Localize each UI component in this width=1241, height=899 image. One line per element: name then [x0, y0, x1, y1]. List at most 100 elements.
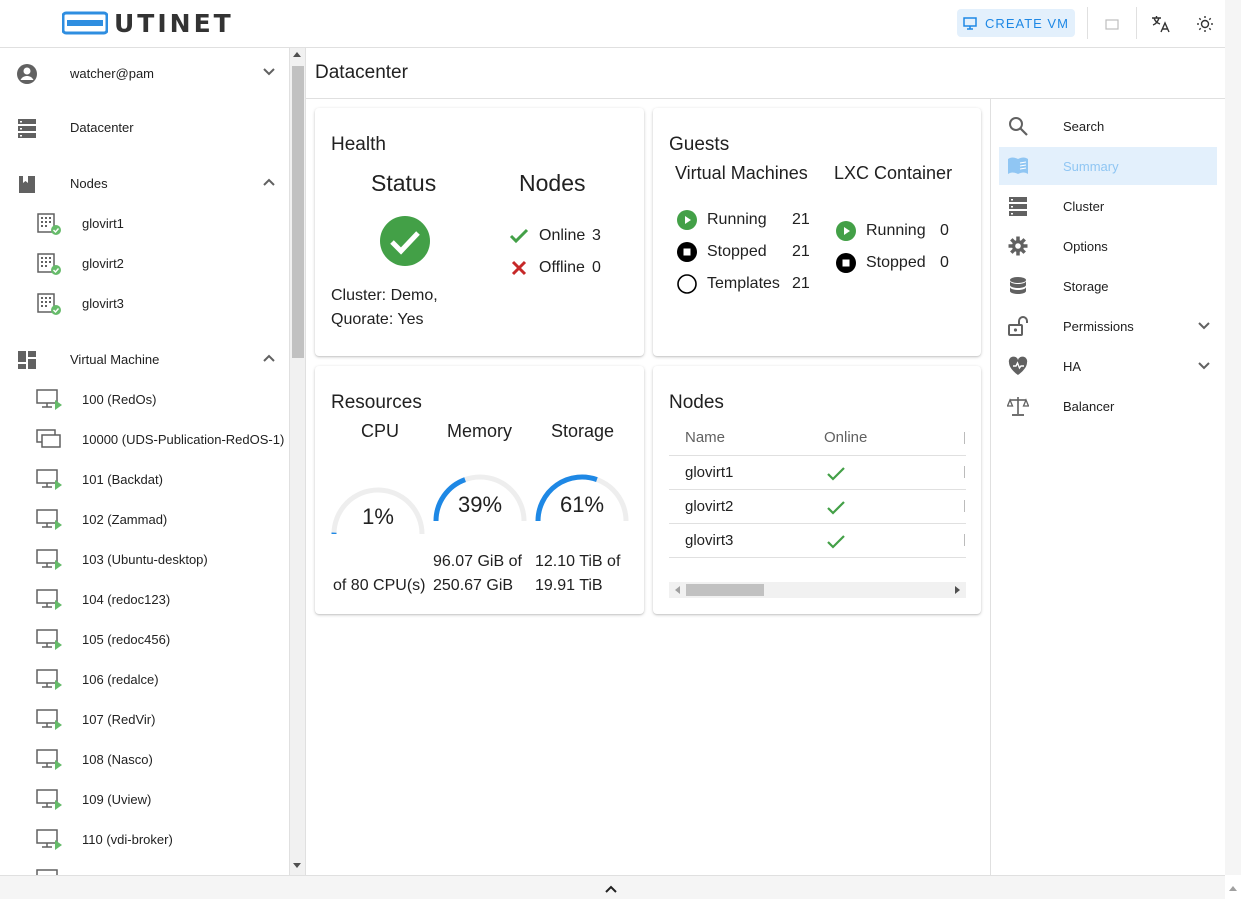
nav-item-label: Search [1063, 119, 1105, 134]
server-rack-icon [1009, 197, 1027, 216]
online-count: 3 [592, 227, 601, 244]
table-row[interactable]: glovirt2 [669, 490, 966, 524]
sidebar-vm-item[interactable]: 105 (redoc456) [0, 619, 289, 659]
scrollbar-thumb[interactable] [686, 584, 764, 596]
page-scrollbar[interactable] [1225, 0, 1241, 891]
vm-running-icon [36, 509, 62, 530]
sidebar-item-label: glovirt1 [82, 215, 124, 231]
sidebar-scrollbar[interactable] [290, 48, 306, 875]
nav-item-summary[interactable]: Summary [999, 147, 1217, 185]
chevron-down-icon[interactable] [1197, 321, 1211, 331]
check-circle-icon [380, 216, 430, 266]
sidebar-item-label: glovirt3 [82, 295, 124, 311]
bottom-panel-toggle[interactable] [0, 875, 1225, 899]
table-row[interactable]: glovirt1 [669, 456, 966, 490]
user-name: watcher@pam [70, 65, 155, 81]
stop-circle-icon [836, 253, 856, 273]
vm-templates-count: 21 [792, 275, 810, 292]
memory-percent: 39% [457, 492, 503, 517]
brand-logo[interactable]: UTINET [62, 9, 234, 38]
sidebar-group-virtual-machine[interactable]: Virtual Machine [0, 339, 289, 379]
col-name-header[interactable]: Name [685, 429, 725, 446]
sidebar-vm-item[interactable]: 106 (redalce) [0, 659, 289, 699]
circle-outline-icon [677, 274, 697, 294]
sidebar-item-label: 106 (redalce) [82, 671, 159, 687]
scroll-up-arrow[interactable] [293, 52, 301, 57]
sidebar-item-label: 110 (vdi-broker) [82, 831, 173, 847]
nav-item-search[interactable]: Search [999, 107, 1217, 145]
user-menu[interactable]: watcher@pam [0, 53, 289, 93]
vm-running-icon [36, 829, 62, 850]
lxc-stopped-label: Stopped [866, 254, 926, 271]
vm-running-icon [36, 469, 62, 490]
book-open-icon [1008, 157, 1028, 174]
sidebar-vm-item[interactable]: 100 (RedOs) [0, 379, 289, 419]
nodes-table: Name Online glovirt1 glovirt2 glovirt3 [669, 422, 966, 582]
nav-item-label: Storage [1063, 279, 1109, 294]
nav-item-label: Balancer [1063, 399, 1115, 414]
sidebar-item-label: 102 (Zammad) [82, 511, 168, 527]
page-title: Datacenter [315, 62, 408, 83]
memory-heading: Memory [447, 421, 513, 441]
sidebar-vm-item[interactable]: 107 (RedVir) [0, 699, 289, 739]
sidebar-node-2[interactable]: glovirt2 [0, 243, 289, 283]
storage-percent: 61% [559, 492, 605, 517]
create-vm-button[interactable]: CREATE VM [957, 9, 1075, 37]
sidebar-vm-item-partial[interactable] [0, 859, 289, 875]
sidebar-item-label: 109 (Uview) [82, 791, 152, 807]
sidebar-node-1[interactable]: glovirt1 [0, 203, 289, 243]
nav-item-storage[interactable]: Storage [999, 267, 1217, 305]
node-online-icon [37, 293, 61, 315]
sidebar-item-datacenter[interactable]: Datacenter [0, 107, 289, 147]
chevron-up-icon [605, 885, 617, 893]
language-button[interactable] [1149, 12, 1173, 36]
offline-label: Offline [539, 259, 585, 276]
table-row[interactable]: glovirt3 [669, 524, 966, 558]
sidebar-vm-item[interactable]: 104 (redoc123) [0, 579, 289, 619]
stop-circle-icon [677, 242, 697, 262]
card-title: Resources [331, 392, 422, 413]
scroll-left-arrow[interactable] [674, 586, 680, 594]
window-toggle-button[interactable] [1100, 12, 1124, 36]
vm-running-label: Running [707, 211, 767, 228]
table-horizontal-scrollbar[interactable] [669, 582, 966, 598]
sidebar-vm-item[interactable]: 109 (Uview) [0, 779, 289, 819]
sidebar-vm-item[interactable]: 108 (Nasco) [0, 739, 289, 779]
scrollbar-thumb[interactable] [292, 66, 304, 358]
scroll-down-arrow[interactable] [293, 863, 301, 868]
sidebar-item-label: 107 (RedVir) [82, 711, 156, 727]
nav-item-ha[interactable]: HA [999, 347, 1217, 385]
scroll-right-arrow[interactable] [955, 586, 961, 594]
nav-item-permissions[interactable]: Permissions [999, 307, 1217, 345]
cpu-detail: of 80 CPU(s) [333, 577, 426, 594]
card-title: Guests [669, 134, 730, 155]
sidebar-vm-item[interactable]: 101 (Backdat) [0, 459, 289, 499]
node-online-icon [37, 253, 61, 275]
chevron-down-icon [263, 68, 275, 76]
sidebar-node-3[interactable]: glovirt3 [0, 283, 289, 323]
col-online-header[interactable]: Online [824, 429, 867, 446]
vm-running-icon [36, 749, 62, 770]
sidebar-vm-item[interactable]: 102 (Zammad) [0, 499, 289, 539]
sidebar-group-nodes[interactable]: Nodes [0, 163, 289, 203]
storage-heading: Storage [551, 421, 615, 441]
storage-detail-total: 19.91 TiB [535, 577, 603, 594]
nav-item-balancer[interactable]: Balancer [999, 387, 1217, 425]
gear-icon [1008, 236, 1028, 256]
chevron-down-icon[interactable] [1197, 361, 1211, 371]
health-card: Health Status Nodes Online 3 Offline 0 C… [315, 108, 644, 356]
sidebar-item-label: 101 (Backdat) [82, 471, 163, 487]
node-name-cell: glovirt3 [685, 532, 734, 549]
vm-template-icon [36, 429, 61, 448]
theme-toggle-button[interactable] [1193, 12, 1217, 36]
vm-running-icon [36, 789, 62, 810]
nav-item-options[interactable]: Options [999, 227, 1217, 265]
window-icon [1105, 18, 1119, 30]
cpu-heading: CPU [361, 421, 400, 441]
sidebar-vm-item[interactable]: 103 (Ubuntu-desktop) [0, 539, 289, 579]
top-bar: UTINET CREATE VM [0, 0, 1225, 48]
sidebar-vm-item[interactable]: 10000 (UDS-Publication-RedOS-1) [0, 419, 289, 459]
nav-item-cluster[interactable]: Cluster [999, 187, 1217, 225]
sidebar-vm-item[interactable]: 110 (vdi-broker) [0, 819, 289, 859]
lxc-running-count: 0 [940, 222, 949, 239]
